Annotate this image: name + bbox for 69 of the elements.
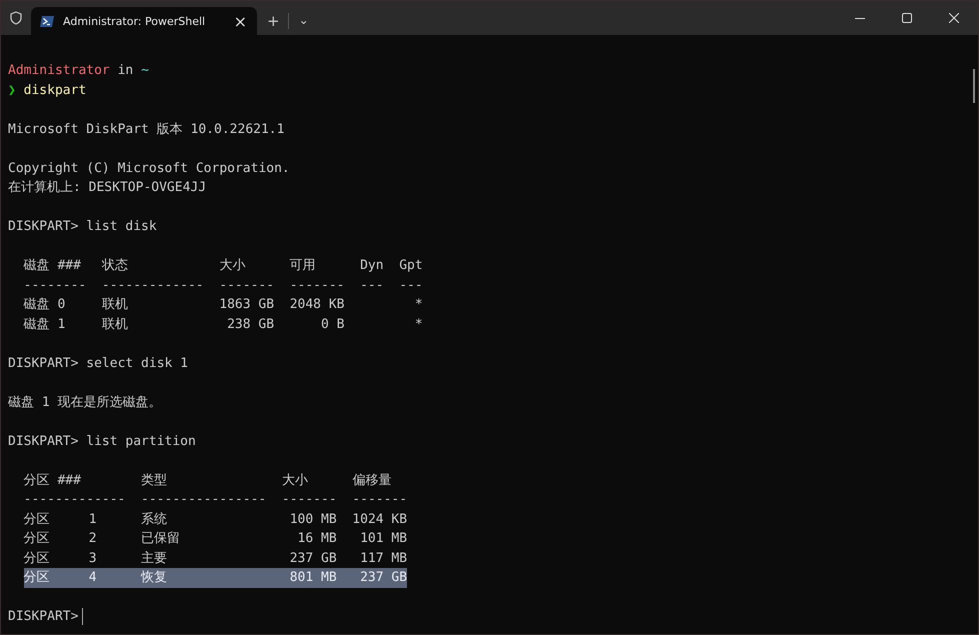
output-line: DISKPART> list partition	[8, 432, 196, 450]
output-line: DISKPART> list disk	[8, 218, 157, 236]
prompt-text: ❯	[8, 82, 16, 100]
column-rule: -------	[290, 276, 344, 294]
column-header: 磁盘 ###	[24, 257, 82, 275]
table-cell-text: *	[414, 296, 423, 314]
table-cell-text: 主要	[141, 550, 168, 568]
column-header: 大小	[282, 472, 309, 490]
output-line: 在计算机上: DESKTOP-OVGE4JJ	[8, 179, 206, 197]
table-cell-text: *	[414, 316, 423, 334]
output-line: Microsoft DiskPart 版本 10.0.22621.1	[8, 120, 284, 138]
prompt-text: Administrator	[8, 62, 110, 80]
output-line: DISKPART> select disk 1	[8, 354, 188, 372]
output-line: 磁盘 1 现在是所选磁盘。	[8, 394, 162, 412]
prompt-text: DISKPART>	[8, 608, 78, 626]
dropdown-button[interactable]: ⌄	[296, 13, 311, 27]
table-cell-text: 238 GB	[226, 316, 274, 334]
column-header: 大小	[219, 257, 246, 275]
column-header: Gpt	[399, 257, 423, 275]
tab-title: Administrator: PowerShell	[63, 14, 206, 28]
column-header: Dyn	[360, 257, 384, 275]
table-cell-text: 2048 KB	[290, 296, 344, 314]
column-rule: ---	[360, 276, 384, 294]
table-cell-text: 100 MB	[288, 510, 337, 528]
table-cell-text: 117 MB	[359, 550, 408, 568]
table-cell-text: 已保留	[141, 530, 182, 548]
column-rule: ---	[399, 276, 423, 294]
new-tab-button[interactable]: +	[265, 12, 282, 30]
table-cell-text: 237 GB	[359, 569, 408, 587]
column-header: 可用	[290, 257, 317, 275]
column-header: 分区 ###	[24, 472, 82, 490]
table-cell-text: 联机	[102, 296, 129, 314]
table-cell-text: 16 MB	[296, 530, 337, 548]
table-cell-text: 101 MB	[359, 530, 408, 548]
column-rule: -------------	[102, 276, 204, 294]
table-cell-text: 分区 3	[24, 550, 98, 568]
table-cell-text: 237 GB	[288, 550, 337, 568]
table-cell-text: 1863 GB	[219, 296, 274, 314]
close-icon[interactable]	[949, 13, 959, 23]
terminal-tab[interactable]: Administrator: PowerShell ×	[31, 7, 257, 35]
column-rule: ----------------	[141, 491, 266, 509]
column-header: 偏移量	[352, 472, 392, 490]
column-rule: -------	[282, 491, 337, 509]
column-header: 类型	[141, 472, 168, 490]
table-cell-text: 分区 2	[24, 530, 98, 548]
table-cell-text: 801 MB	[288, 569, 337, 587]
prompt-text: ~	[141, 62, 149, 80]
table-cell-text: 0 B	[320, 316, 344, 334]
table-cell-text: 磁盘 1	[24, 316, 66, 334]
column-rule: --------	[24, 276, 86, 294]
table-cell-text: 1024 KB	[352, 510, 408, 528]
column-header: 状态	[102, 257, 129, 275]
text-cursor	[82, 608, 84, 625]
table-cell-text: 磁盘 0	[24, 296, 66, 314]
table-cell-text: 恢复	[141, 569, 168, 587]
maximize-icon[interactable]	[902, 13, 912, 23]
column-rule: -------	[219, 276, 274, 294]
column-rule: -------	[352, 491, 408, 509]
table-cell-text: 联机	[102, 316, 129, 334]
prompt-text: diskpart	[22, 82, 86, 100]
close-tab-button[interactable]: ×	[232, 12, 249, 30]
prompt-text: in	[116, 62, 134, 80]
scrollbar[interactable]	[973, 69, 975, 103]
table-cell-text: 系统	[141, 510, 168, 528]
column-rule: -------------	[24, 491, 126, 509]
table-cell-text: 分区 1	[24, 510, 98, 528]
powershell-icon	[39, 14, 55, 28]
output-line: Copyright (C) Microsoft Corporation.	[8, 160, 290, 178]
shield-icon[interactable]	[10, 11, 22, 25]
